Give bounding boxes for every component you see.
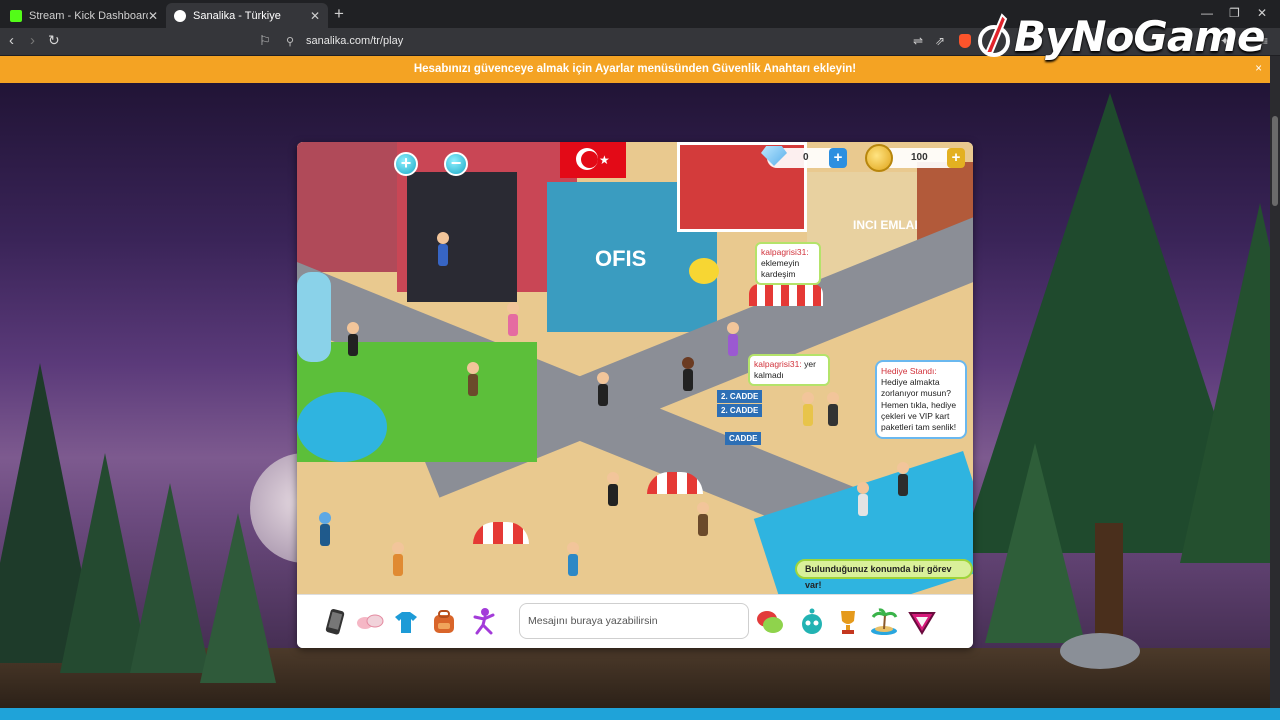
gift-stand-text: Hediye almakta zorlanıyor musun? Hemen t… (881, 377, 957, 433)
page-scrollbar[interactable] (1270, 56, 1280, 708)
avatar[interactable] (697, 502, 709, 536)
zoom-in-button[interactable]: + (394, 152, 418, 176)
avatar[interactable] (392, 542, 404, 576)
phone-icon[interactable] (321, 607, 351, 637)
chat-bubbles-icon[interactable] (755, 607, 785, 637)
chat-user: kalpagrisi31: (761, 247, 809, 257)
forward-icon[interactable]: › (30, 32, 35, 49)
backpack-icon[interactable] (429, 607, 459, 637)
street-sign: 2. CADDE (717, 390, 763, 403)
heart-balloon (689, 258, 719, 284)
game-bottom-bar (297, 594, 973, 648)
diamond-count: 0 (803, 152, 809, 163)
avatar[interactable] (437, 232, 449, 266)
pool (297, 392, 387, 462)
avatar[interactable] (727, 322, 739, 356)
watermark-text: ByNoGame (1014, 12, 1265, 61)
add-coins-button[interactable]: + (947, 148, 965, 168)
street-sign: 2. CADDE (717, 404, 763, 417)
avatar[interactable] (507, 302, 519, 336)
avatar[interactable] (467, 362, 479, 396)
building-apartment (407, 172, 517, 302)
chat-user: kalpagrisi31: (754, 359, 802, 369)
game-scene[interactable]: OFIS INCI EMLAK ★ 2. CADDE 2. CADDE CADD… (297, 142, 973, 594)
wardrobe-icon[interactable] (391, 607, 421, 637)
bookmark-icon[interactable]: ⚐ (259, 33, 271, 49)
trophy-icon[interactable] (833, 607, 863, 637)
site-info-icon[interactable]: ⚲ (286, 35, 294, 48)
brave-shields-icon[interactable] (959, 34, 971, 48)
translate-icon[interactable]: ⇌ (913, 34, 923, 48)
beach-umbrella (473, 522, 529, 544)
avatar[interactable] (567, 542, 579, 576)
sanalika-game-window[interactable]: OFIS INCI EMLAK ★ 2. CADDE 2. CADDE CADD… (297, 142, 973, 648)
elevator-tube (297, 272, 331, 362)
zoom-out-button[interactable]: − (444, 152, 468, 176)
tree (200, 513, 276, 683)
vip-menu-icon[interactable] (907, 607, 937, 637)
tree (1180, 203, 1270, 563)
scrollbar-thumb[interactable] (1272, 116, 1278, 206)
tab-title: Stream - Kick Dashboard (29, 9, 148, 22)
gift-stand-title: Hediye Standı: (881, 366, 937, 376)
chat-bubble: kalpagrisi31: yer kalmadı (748, 354, 830, 386)
chat-bubble: kalpagrisi31: eklemeyin kardeşim (755, 242, 821, 285)
bynogame-watermark: ByNoGame (972, 12, 1265, 61)
coin-icon (865, 144, 893, 172)
island-icon[interactable] (869, 607, 899, 637)
avatar[interactable] (607, 472, 619, 506)
tab-title: Sanalika - Türkiye (193, 9, 281, 22)
address-bar[interactable]: sanalika.com/tr/play (306, 35, 403, 47)
close-tab-icon[interactable]: ✕ (310, 9, 320, 23)
tree (985, 443, 1085, 643)
bynogame-logo-icon (978, 12, 1010, 57)
reload-icon[interactable]: ↻ (48, 32, 60, 49)
street-sign: CADDE (725, 432, 762, 445)
tab-sanalika[interactable]: Sanalika - Türkiye ✕ (166, 3, 328, 28)
kick-icon (10, 9, 22, 22)
pet-icon[interactable] (797, 607, 827, 637)
rock (1060, 633, 1140, 669)
new-tab-icon[interactable]: + (334, 4, 344, 24)
sanalika-icon (174, 9, 186, 22)
avatar[interactable] (319, 512, 331, 546)
avatar[interactable] (897, 462, 909, 496)
coin-count: 100 (911, 152, 928, 163)
chat-input[interactable] (519, 603, 749, 639)
gift-stand-bubble[interactable]: Hediye Standı: Hediye almakta zorlanıyor… (875, 360, 967, 440)
avatar[interactable] (597, 372, 609, 406)
tab-kick-dashboard[interactable]: Stream - Kick Dashboard ✕ (2, 3, 166, 28)
tree (130, 483, 210, 673)
back-icon[interactable]: ‹ (9, 32, 14, 49)
dance-icon[interactable] (469, 607, 499, 637)
avatar[interactable] (347, 322, 359, 356)
tree-trunk (1095, 523, 1123, 643)
footer-bar (0, 708, 1280, 720)
avatar[interactable] (827, 392, 839, 426)
close-tab-icon[interactable]: ✕ (148, 9, 158, 23)
awning (749, 284, 823, 306)
notice-text: Hesabınızı güvenceye almak için Ayarlar … (413, 63, 857, 75)
turkey-flag: ★ (560, 142, 626, 178)
avatar[interactable] (857, 482, 869, 516)
add-diamonds-button[interactable]: + (829, 148, 847, 168)
chat-text: eklemeyin kardeşim (761, 258, 800, 279)
building-left (297, 142, 397, 272)
quest-notice[interactable]: Bulunduğunuz konumda bir görev var! (795, 559, 973, 590)
emlak-sign: INCI EMLAK (853, 218, 923, 232)
friends-icon[interactable] (355, 607, 385, 637)
avatar[interactable] (802, 392, 814, 426)
share-icon[interactable]: ⇗ (935, 34, 945, 48)
ofis-sign: OFIS (595, 246, 647, 271)
avatar[interactable] (682, 357, 694, 391)
